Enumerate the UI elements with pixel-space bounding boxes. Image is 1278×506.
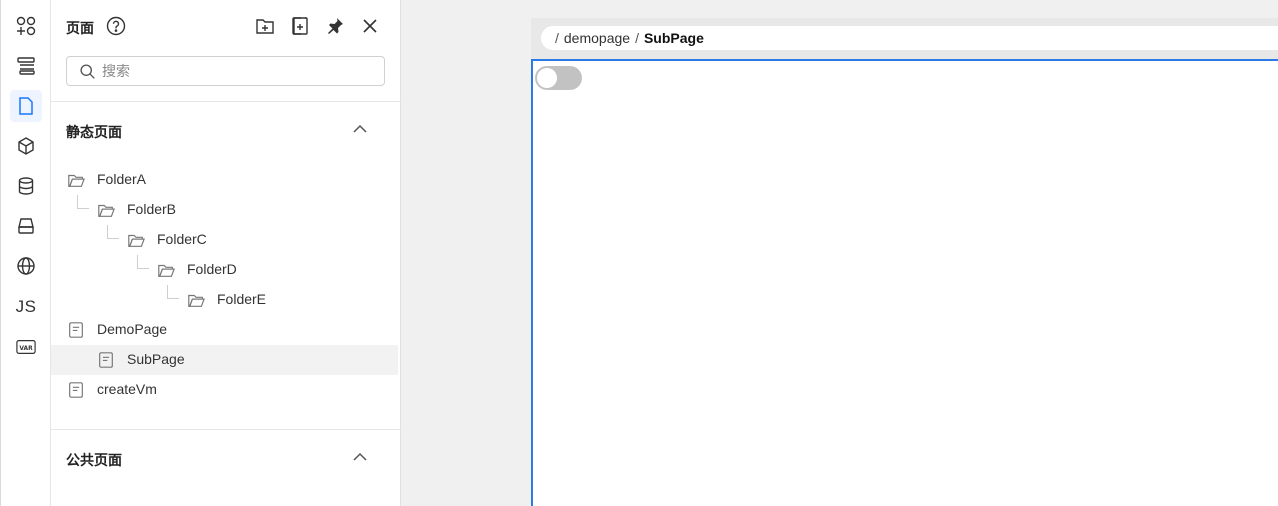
breadcrumb: / demopage / SubPage [541, 26, 1278, 50]
search-box[interactable] [66, 56, 385, 86]
switch-knob [537, 68, 557, 88]
page-canvas[interactable] [531, 59, 1278, 506]
tree-item-page-selected[interactable]: SubPage [51, 345, 398, 375]
static-pages-section-title[interactable]: 静态页面 [66, 122, 122, 142]
js-label: JS [15, 297, 37, 316]
tree-item-label: FolderE [217, 291, 267, 307]
page-file-icon [69, 322, 83, 338]
help-icon[interactable] [106, 16, 126, 36]
var-icon[interactable]: VAR [10, 331, 42, 363]
page-file-icon [99, 352, 113, 368]
tree-item-label: FolderD [187, 261, 237, 277]
breadcrumb-separator: / [555, 30, 559, 46]
pin-button[interactable] [324, 15, 346, 37]
tree-item-label: FolderB [127, 201, 177, 217]
tree-item-folder[interactable]: FolderE [51, 285, 398, 315]
tree-item-page[interactable]: DemoPage [51, 315, 398, 345]
folder-open-icon [188, 294, 205, 307]
add-page-icon [292, 17, 308, 35]
folder-open-icon [128, 234, 145, 247]
add-folder-icon [256, 19, 274, 34]
chevron-up-icon[interactable] [351, 121, 369, 139]
cube-icon[interactable] [10, 130, 42, 162]
tree-item-folder[interactable]: FolderD [51, 255, 398, 285]
panel-header: 页面 [51, 0, 401, 52]
breadcrumb-separator: / [635, 30, 639, 46]
var-text: VAR [19, 346, 33, 352]
tree-item-page[interactable]: createVm [51, 375, 398, 405]
folder-open-icon [68, 174, 85, 187]
folder-open-icon [158, 264, 175, 277]
folder-open-icon [98, 204, 115, 217]
tree-item-label: SubPage [127, 351, 185, 367]
tree-item-label: createVm [97, 381, 157, 397]
search-icon [80, 63, 95, 79]
js-icon[interactable]: JS [10, 291, 42, 323]
pages-panel: 页面 静态页面 FolderA FolderB FolderC [51, 0, 401, 506]
tree-item-folder[interactable]: FolderB [51, 195, 398, 225]
divider [51, 429, 401, 430]
database-icon[interactable] [10, 170, 42, 202]
search-input[interactable] [102, 63, 352, 79]
add-folder-button[interactable] [254, 15, 276, 37]
tree-item-label: FolderC [157, 231, 207, 247]
close-icon [363, 19, 377, 33]
breadcrumb-item-demopage[interactable]: demopage [564, 30, 630, 46]
components-icon[interactable] [10, 10, 42, 42]
add-page-button[interactable] [289, 15, 311, 37]
page-file-icon [69, 382, 83, 398]
outline-icon[interactable] [10, 50, 42, 82]
left-icon-rail: JS VAR [0, 0, 51, 506]
tree-item-folder[interactable]: FolderA [51, 165, 398, 195]
tree-item-folder[interactable]: FolderC [51, 225, 398, 255]
globe-icon[interactable] [10, 250, 42, 282]
switch-toggle[interactable] [535, 66, 582, 90]
close-button[interactable] [359, 15, 381, 37]
tree-item-label: FolderA [97, 171, 147, 187]
public-pages-section-title[interactable]: 公共页面 [66, 450, 122, 470]
page-icon[interactable] [10, 90, 42, 122]
panel-title: 页面 [66, 20, 94, 36]
chevron-up-icon[interactable] [351, 449, 369, 467]
pin-icon [328, 18, 343, 34]
storage-icon[interactable] [10, 210, 42, 242]
breadcrumb-current-page: SubPage [643, 30, 704, 46]
divider [51, 101, 401, 102]
tree-item-label: DemoPage [97, 321, 168, 337]
